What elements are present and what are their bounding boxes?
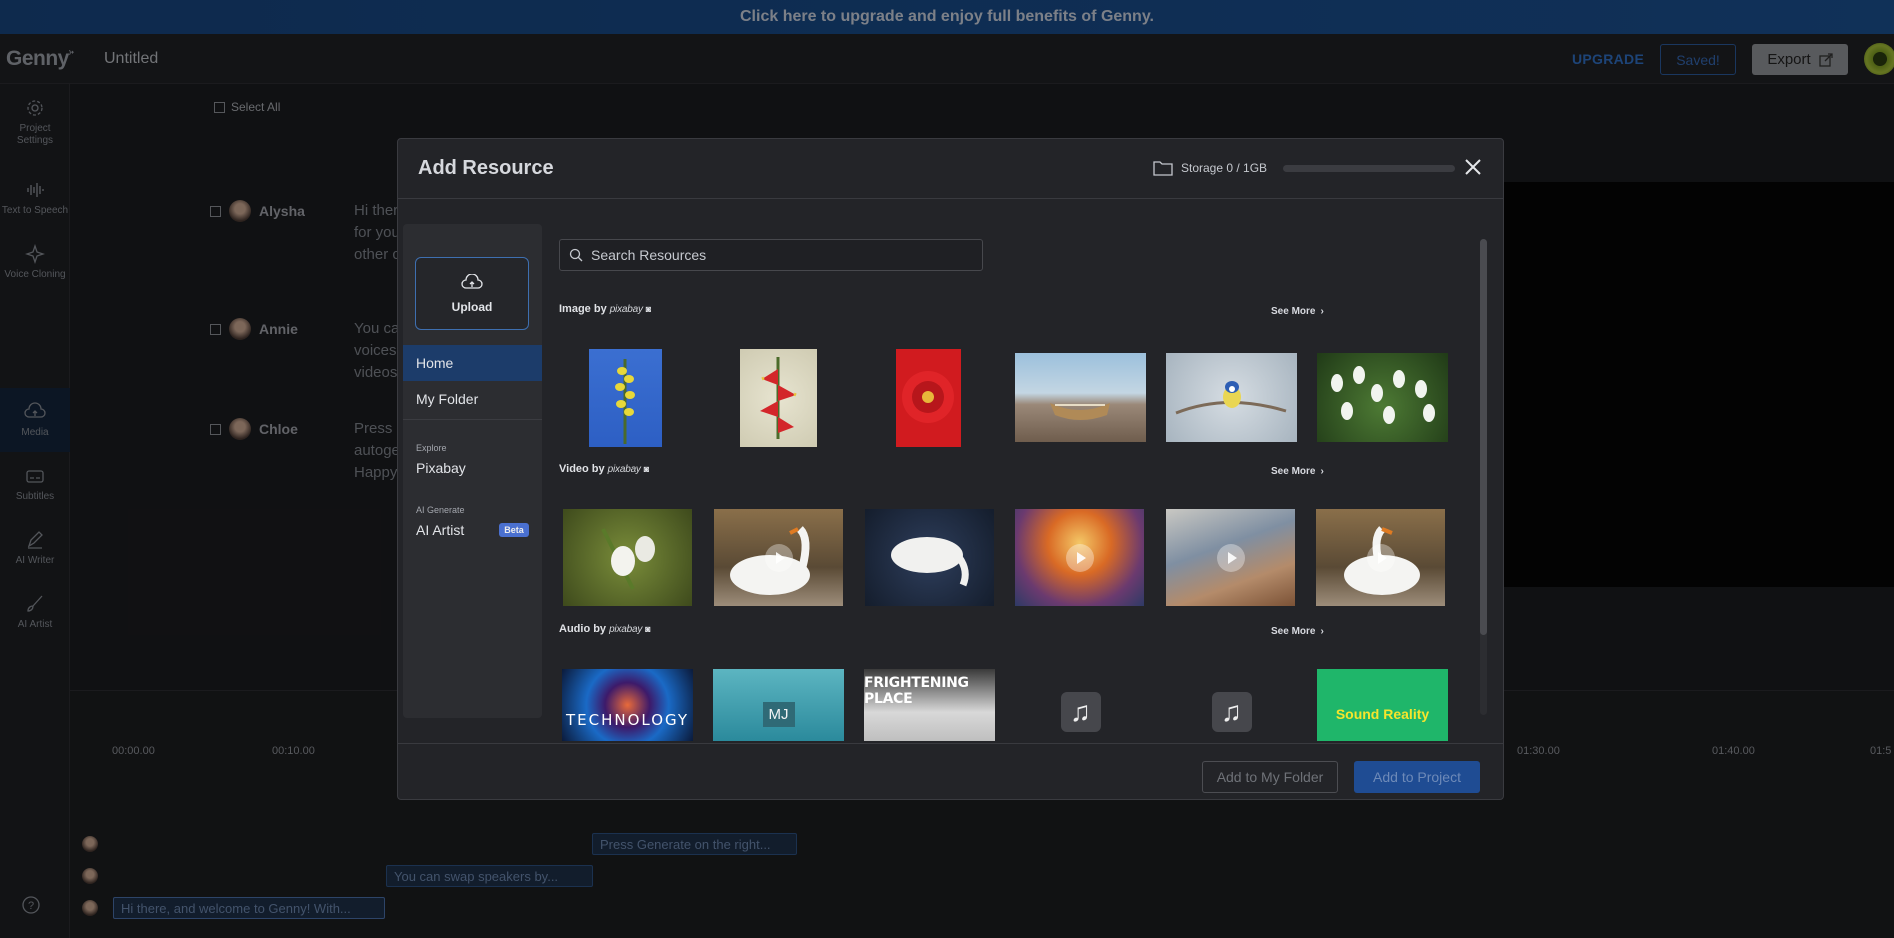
storage-indicator: Storage 0 / 1GB	[1153, 160, 1456, 176]
divider	[403, 419, 542, 420]
add-resource-dialog: Add Resource Storage 0 / 1GB Upload Home…	[397, 138, 1504, 800]
audio-thumbnail[interactable]: Sound Reality	[1317, 669, 1448, 741]
nav-item-ai-artist[interactable]: AI Artist Beta	[403, 512, 542, 548]
camera-icon: ◙	[643, 464, 650, 474]
image-thumbnail[interactable]	[896, 349, 961, 447]
see-more-videos[interactable]: See More ›	[1271, 466, 1324, 477]
section-title: Image by	[559, 303, 607, 315]
close-icon[interactable]	[1461, 155, 1485, 179]
beta-badge: Beta	[499, 523, 529, 537]
play-icon	[1366, 543, 1395, 572]
audio-thumbnail[interactable]: MJ	[713, 669, 844, 741]
divider	[398, 198, 1503, 199]
play-icon	[764, 543, 793, 572]
scrollbar-thumb[interactable]	[1480, 239, 1487, 635]
play-icon	[1216, 543, 1245, 572]
see-more-audio[interactable]: See More ›	[1271, 626, 1324, 637]
search-icon	[569, 248, 583, 262]
pixabay-logo: pixabay	[609, 303, 643, 315]
image-thumbnail[interactable]	[589, 349, 662, 447]
video-thumbnail[interactable]	[563, 509, 692, 606]
section-title-audio: Audio by pixabay ◙	[559, 623, 651, 635]
audio-thumbnail[interactable]: ♫	[1166, 669, 1297, 741]
audio-thumbnail[interactable]: FRIGHTENING PLACE	[864, 669, 995, 741]
image-thumbnail[interactable]	[740, 349, 817, 447]
image-thumbnail[interactable]	[1317, 353, 1448, 442]
upload-button[interactable]: Upload	[415, 257, 529, 330]
see-more-label: See More	[1271, 306, 1316, 317]
upload-label: Upload	[451, 299, 493, 314]
section-title-image: Image by pixabay ◙	[559, 303, 651, 315]
audio-thumbnail[interactable]: TECHNOLOGY	[562, 669, 693, 741]
scrollbar[interactable]	[1480, 239, 1487, 715]
nav-item-pixabay[interactable]: Pixabay	[403, 450, 542, 486]
music-note-icon: ♫	[1060, 692, 1101, 732]
dialog-title: Add Resource	[418, 157, 554, 179]
camera-icon: ◙	[645, 624, 651, 634]
video-thumbnail[interactable]	[1015, 509, 1144, 606]
cloud-upload-icon	[461, 273, 483, 289]
audio-thumbnail[interactable]: ♫	[1015, 669, 1146, 741]
video-thumbnail[interactable]	[714, 509, 843, 606]
storage-bar	[1283, 164, 1456, 172]
see-more-label: See More	[1271, 466, 1316, 477]
audio-title: FRIGHTENING PLACE	[864, 675, 969, 707]
music-note-icon: ♫	[1211, 692, 1252, 732]
video-thumbnail[interactable]	[1316, 509, 1445, 606]
add-to-project-button[interactable]: Add to Project	[1354, 761, 1480, 793]
section-title-video: Video by pixabay ◙	[559, 463, 649, 475]
see-more-label: See More	[1271, 626, 1316, 637]
chevron-right-icon: ›	[1320, 306, 1324, 317]
video-thumbnail[interactable]	[1166, 509, 1295, 606]
audio-title: MJ	[762, 701, 795, 727]
play-icon	[1065, 543, 1094, 572]
nav-item-label: AI Artist	[416, 522, 465, 538]
section-title: Audio by	[559, 623, 607, 635]
divider	[398, 743, 1503, 744]
folder-icon	[1153, 161, 1173, 176]
pixabay-logo: pixabay	[609, 623, 643, 635]
chevron-right-icon: ›	[1320, 626, 1324, 637]
camera-icon: ◙	[645, 304, 652, 314]
storage-label: Storage 0 / 1GB	[1181, 161, 1268, 175]
see-more-images[interactable]: See More ›	[1271, 306, 1324, 317]
search-field[interactable]	[559, 239, 983, 271]
pixabay-logo: pixabay	[607, 463, 641, 475]
section-title: Video by	[559, 463, 605, 475]
chevron-right-icon: ›	[1320, 466, 1324, 477]
audio-title: Sound Reality	[1335, 706, 1430, 722]
image-thumbnail[interactable]	[1166, 353, 1297, 442]
image-thumbnail[interactable]	[1015, 353, 1146, 442]
search-input[interactable]	[591, 247, 971, 263]
audio-title: TECHNOLOGY	[565, 711, 690, 729]
add-to-folder-button[interactable]: Add to My Folder	[1202, 761, 1338, 793]
video-thumbnail[interactable]	[865, 509, 994, 606]
nav-item-home[interactable]: Home	[403, 345, 542, 381]
nav-item-my-folder[interactable]: My Folder	[403, 381, 542, 417]
